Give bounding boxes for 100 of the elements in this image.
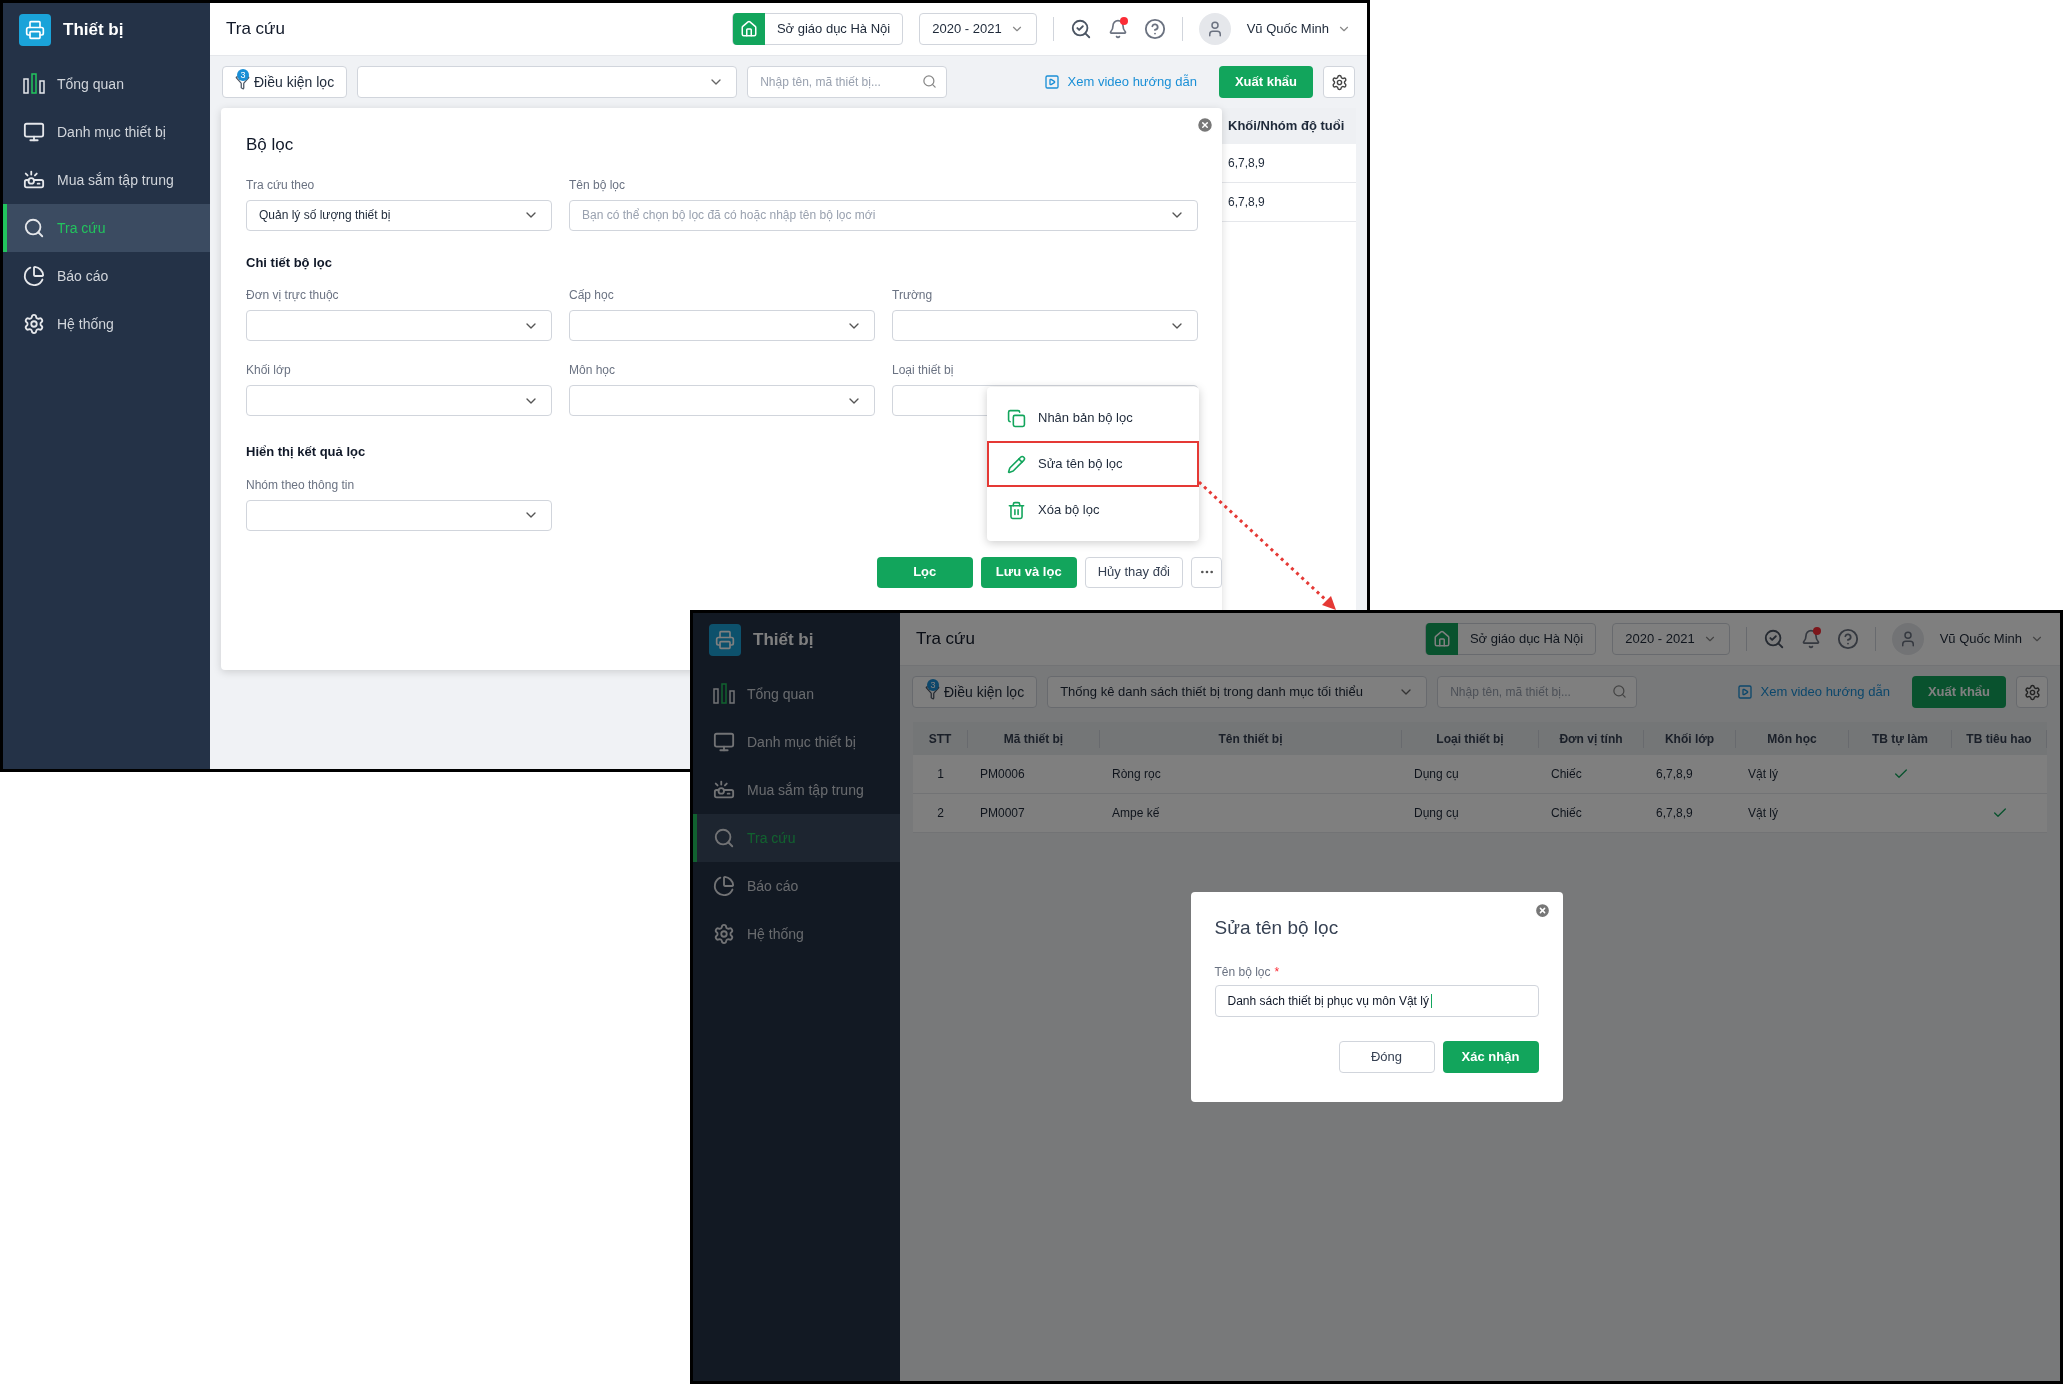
table-cell-text: 6,7,8,9 xyxy=(1655,766,1694,783)
printer-logo-icon xyxy=(19,13,51,46)
search-icon[interactable] xyxy=(922,74,938,89)
column-header: Khối lớp xyxy=(1644,729,1736,748)
close-button[interactable]: Đóng xyxy=(1338,1040,1435,1073)
column-header: Môn học xyxy=(1736,729,1849,748)
sidebar-item[interactable]: Danh mục thiết bị xyxy=(3,108,210,156)
text-cursor xyxy=(1430,993,1432,1008)
help-icon[interactable] xyxy=(1143,18,1166,40)
field-label: Nhóm theo thông tin xyxy=(246,476,356,494)
app-title: Thiết bị xyxy=(753,628,814,651)
table-cell-text: Ròng rọc xyxy=(1111,766,1162,783)
column-header: Loại thiết bị xyxy=(1402,729,1539,748)
organization-selector[interactable]: Sở giáo dục Hà Nội xyxy=(731,13,904,45)
sidebar-item[interactable]: Tổng quan xyxy=(693,670,900,718)
select-field[interactable] xyxy=(246,310,552,341)
analytics-search-icon[interactable] xyxy=(1762,628,1785,650)
field-label: Tên bộ lọc xyxy=(1214,963,1271,981)
export-button[interactable]: Xuất khẩu xyxy=(1218,66,1313,98)
select-field[interactable] xyxy=(569,310,875,341)
filter-conditions-button[interactable]: 3 Điều kiện lọc xyxy=(222,66,348,98)
search-icon xyxy=(23,217,45,239)
help-icon[interactable] xyxy=(1836,628,1859,650)
table-cell-text: Vật lý xyxy=(1747,766,1779,783)
sidebar-item[interactable]: Tổng quan xyxy=(3,60,210,108)
search-icon[interactable] xyxy=(1612,684,1628,699)
app-title: Thiết bị xyxy=(63,18,124,41)
panel-title: Bộ lọc xyxy=(246,134,295,156)
menu-item[interactable]: Xóa bộ lọc xyxy=(987,487,1199,533)
dialog-title: Sửa tên bộ lọc xyxy=(1214,916,1340,940)
close-icon[interactable] xyxy=(1196,116,1214,134)
discard-changes-button[interactable]: Hủy thay đổi xyxy=(1084,556,1183,588)
menu-item[interactable]: Sửa tên bộ lọc xyxy=(987,441,1199,487)
table-cell-text: Vật lý xyxy=(1747,805,1779,822)
field-label: Môn học xyxy=(569,362,617,379)
column-header: Mã thiết bị xyxy=(968,729,1100,748)
required-mark: * xyxy=(1274,963,1280,981)
avatar-icon xyxy=(1198,13,1231,45)
page-title: Tra cứu xyxy=(226,18,285,41)
sidebar-item[interactable]: Báo cáo xyxy=(3,252,210,300)
select-field[interactable] xyxy=(569,385,875,416)
column-header: Tên thiết bị xyxy=(1100,729,1402,748)
column-header: STT xyxy=(913,729,968,748)
analytics-search-icon[interactable] xyxy=(1069,18,1092,40)
field-label: Cấp học xyxy=(569,287,615,304)
table-cell-text: Ampe kế xyxy=(1111,805,1161,822)
filter-select[interactable]: Thống kê danh sách thiết bị trong danh mục tối thiểu xyxy=(1047,676,1428,708)
user-menu[interactable]: Vũ Quốc Minh xyxy=(1939,629,2044,649)
table-cell-text: 1 xyxy=(936,766,945,783)
select-field[interactable]: Quản lý số lượng thiết bị xyxy=(246,199,552,231)
video-guide-link[interactable]: Xem video hướng dẫn xyxy=(1043,72,1197,92)
home-icon xyxy=(1425,623,1458,655)
section-title: Hiển thị kết quả lọc xyxy=(246,443,367,461)
search-field[interactable]: Nhập tên, mã thiết bị... xyxy=(747,66,948,98)
notification-bell-icon[interactable] xyxy=(1800,629,1821,649)
filter-conditions-button[interactable]: 3 Điều kiện lọc xyxy=(912,676,1038,708)
copy-icon xyxy=(1007,408,1026,428)
table-cell-text: PM0006 xyxy=(979,766,1026,783)
monitor-icon xyxy=(713,731,735,753)
sidebar-item[interactable]: Hệ thống xyxy=(693,910,900,958)
play-icon xyxy=(1043,74,1060,90)
confirm-button[interactable]: Xác nhận xyxy=(1442,1040,1539,1073)
organization-selector[interactable]: Sở giáo dục Hà Nội xyxy=(1424,623,1597,655)
settings-icon xyxy=(713,923,735,945)
year-selector[interactable]: 2020 - 2021 xyxy=(919,13,1037,45)
input-field[interactable]: Danh sách thiết bị phục vụ môn Vật lý xyxy=(1214,984,1539,1017)
select-field[interactable] xyxy=(246,499,552,531)
sidebar-item[interactable]: Danh mục thiết bị xyxy=(693,718,900,766)
pie-chart-icon xyxy=(713,875,735,897)
select-field[interactable] xyxy=(246,385,552,416)
count-badge: 3 xyxy=(927,679,939,691)
filter-button[interactable]: Lọc xyxy=(876,556,973,588)
settings-icon xyxy=(23,313,45,335)
field-label: Trường xyxy=(892,287,934,304)
close-icon[interactable] xyxy=(1533,902,1551,919)
sidebar-item[interactable]: Báo cáo xyxy=(693,862,900,910)
sidebar-item[interactable]: Mua sắm tập trung xyxy=(3,156,210,204)
settings-icon[interactable] xyxy=(2016,676,2048,708)
sidebar-item[interactable]: Tra cứu xyxy=(3,204,210,252)
avatar-icon xyxy=(1891,623,1924,655)
table-cell-text: Chiếc xyxy=(1550,766,1583,783)
table-cell-text: Chiếc xyxy=(1550,805,1583,822)
projector-icon xyxy=(23,169,45,191)
sidebar-item[interactable]: Mua sắm tập trung xyxy=(693,766,900,814)
trash-icon xyxy=(1007,500,1026,520)
projector-icon xyxy=(713,779,735,801)
sidebar-item[interactable]: Hệ thống xyxy=(3,300,210,348)
notification-bell-icon[interactable] xyxy=(1107,19,1128,39)
count-badge: 3 xyxy=(237,69,249,81)
user-menu[interactable]: Vũ Quốc Minh xyxy=(1246,19,1351,39)
search-icon xyxy=(713,827,735,849)
table-cell-text: PM0007 xyxy=(979,805,1026,822)
play-icon xyxy=(1736,684,1753,700)
select-field[interactable]: Bạn có thể chọn bộ lọc đã có hoặc nhập tên bộ lọc mới xyxy=(569,199,1198,231)
settings-icon[interactable] xyxy=(1323,66,1355,98)
menu-item[interactable]: Nhân bản bộ lọc xyxy=(987,395,1199,441)
save-and-filter-button[interactable]: Lưu và lọc xyxy=(980,556,1077,588)
select-field[interactable] xyxy=(892,310,1198,341)
year-selector[interactable]: 2020 - 2021 xyxy=(1612,623,1730,655)
export-button[interactable]: Xuất khẩu xyxy=(1911,676,2006,708)
